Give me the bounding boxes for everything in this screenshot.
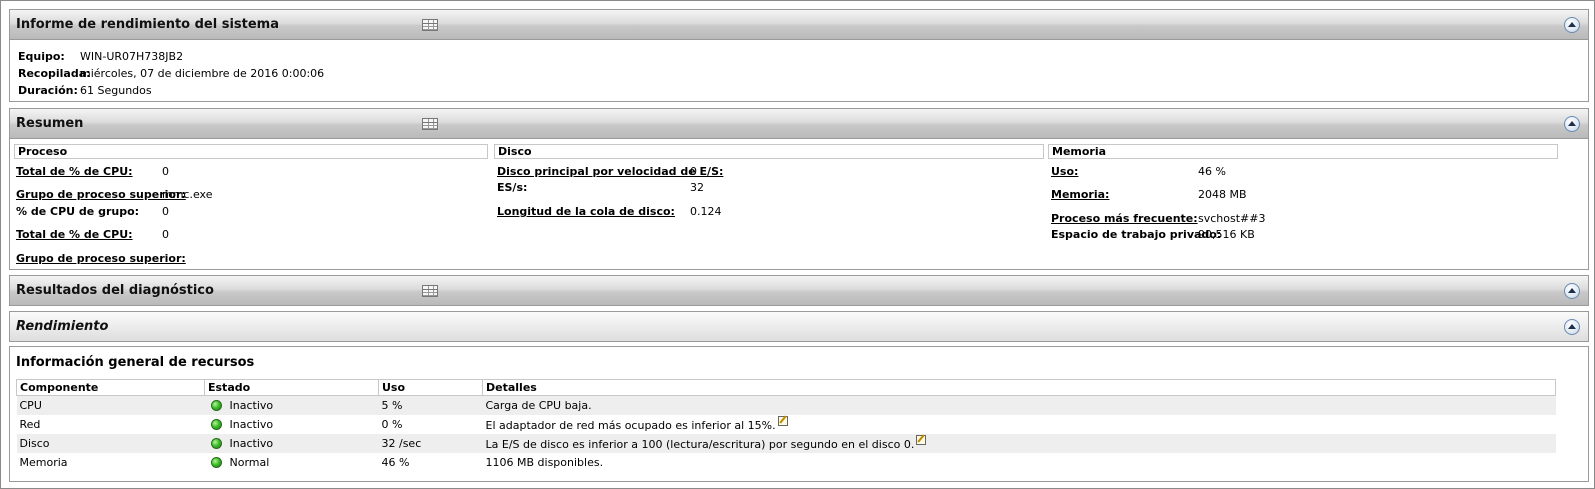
collapse-up-icon[interactable] [1564,283,1580,299]
performance-header[interactable]: Rendimiento [10,312,1588,342]
collapse-up-icon[interactable] [1564,17,1580,33]
collapse-up-icon[interactable] [1564,319,1580,335]
proceso-key[interactable]: Grupo de proceso superior: [16,252,186,265]
details-cell: La E/S de disco es inferior a 100 (lectu… [482,433,1556,453]
report-window: Informe de rendimiento del sistema Equip… [0,0,1595,489]
diagnostics-title: Resultados del diagnóstico [16,283,214,298]
component-cell: Disco [16,433,205,453]
field-value: WIN-UR07H738JB2 [80,50,184,63]
green-status-dot-icon [210,456,222,468]
usage-cell: 0 % [381,417,403,431]
table-row: Red Inactivo 0 % El adaptador de red más… [17,415,1556,434]
table-view-icon[interactable] [422,19,438,31]
usage-cell: 32 /sec [378,433,483,453]
table-view-icon[interactable] [422,285,438,297]
memoria-value: 90,516 KB [1198,228,1255,241]
column-header[interactable]: Detalles [482,379,1556,396]
details-cell: El adaptador de red más ocupado es infer… [483,415,1556,434]
table-row: CPU Inactivo 5 % Carga de CPU baja. [16,395,1556,415]
report-title: Informe de rendimiento del sistema [16,17,280,32]
component-cell: Memoria [19,455,68,469]
memoria-key[interactable]: Proceso más frecuente: [1051,212,1198,225]
state-text: Inactivo [229,417,274,431]
diagnostics-section: Resultados del diagnóstico [9,275,1589,306]
memoria-key: Espacio de trabajo privado: [1051,228,1222,241]
disco-header: Disco [494,144,1044,159]
edit-note-icon[interactable] [916,435,927,445]
green-status-dot-icon [210,437,222,449]
memoria-key[interactable]: Memoria: [1051,188,1109,201]
proceso-value: 0 [162,228,169,241]
table-row: Disco Inactivo 32 /sec La E/S de disco e… [16,433,1556,453]
memoria-key[interactable]: Uso: [1051,165,1078,178]
green-status-dot-icon [210,418,222,430]
state-cell: Inactivo [205,415,379,434]
disco-key[interactable]: Longitud de la cola de disco: [497,205,675,218]
resources-table: Componente Estado Uso Detalles CPU Inact… [16,379,1556,472]
resources-section: Información general de recursos Componen… [9,346,1589,482]
usage-cell: 5 % [378,395,483,415]
table-view-icon[interactable] [422,118,438,130]
resources-title: Información general de recursos [16,355,255,370]
disco-value: 0.124 [690,205,722,218]
field-key: Equipo: [18,50,65,63]
state-text: Inactivo [229,436,274,450]
disco-key: ES/s: [497,181,528,194]
table-header-row: Componente Estado Uso Detalles [16,379,1556,396]
green-status-dot-icon [210,399,222,411]
report-info-section: Informe de rendimiento del sistema Equip… [9,9,1589,102]
proceso-header: Proceso [14,144,488,159]
details-text: 1106 MB disponibles. [485,455,604,469]
state-cell: Inactivo [204,395,379,415]
proceso-key: % de CPU de grupo: [16,205,140,218]
details-cell: Carga de CPU baja. [482,395,1556,415]
component-cell: CPU [16,395,205,415]
performance-section: Rendimiento [9,311,1589,342]
proceso-key[interactable]: Total de % de CPU: [16,165,133,178]
field-value: 61 Segundos [80,84,152,97]
diagnostics-header[interactable]: Resultados del diagnóstico [10,276,1588,306]
state-cell: Inactivo [204,433,379,453]
column-header[interactable]: Estado [204,379,379,396]
details-text: El adaptador de red más ocupado es infer… [485,419,776,432]
details-text: Carga de CPU baja. [485,398,592,412]
memoria-header: Memoria [1048,144,1558,159]
proceso-key[interactable]: Grupo de proceso superior: [16,188,186,201]
state-cell: Normal [205,453,379,472]
disco-value: 0 [690,165,697,178]
report-header[interactable]: Informe de rendimiento del sistema [10,10,1588,40]
summary-section: Resumen Proceso Total de % de CPU: 0 Gru… [9,108,1589,270]
proceso-value: mmc.exe [162,188,213,201]
proceso-value: 0 [162,165,169,178]
details-cell: 1106 MB disponibles. [483,453,1556,472]
memoria-value: 46 % [1198,165,1226,178]
usage-cell: 46 % [381,455,410,469]
component-cell: Red [19,417,41,431]
edit-note-icon[interactable] [777,416,788,426]
summary-header[interactable]: Resumen [10,109,1588,139]
memoria-value: svchost##3 [1198,212,1266,225]
table-row: Memoria Normal 46 % 1106 MB disponibles. [17,453,1556,472]
disco-value: 32 [690,181,704,194]
field-key: Duración: [18,84,78,97]
details-text: La E/S de disco es inferior a 100 (lectu… [485,438,915,451]
column-header[interactable]: Componente [16,379,205,396]
summary-title: Resumen [16,116,84,131]
state-text: Normal [229,455,270,469]
performance-title: Rendimiento [16,319,109,334]
memoria-value: 2048 MB [1198,188,1247,201]
field-value: miércoles, 07 de diciembre de 2016 0:00:… [80,67,325,80]
proceso-value: 0 [162,205,169,218]
column-header[interactable]: Uso [378,379,483,396]
collapse-up-icon[interactable] [1564,116,1580,132]
proceso-key[interactable]: Total de % de CPU: [16,228,133,241]
state-text: Inactivo [229,398,274,412]
